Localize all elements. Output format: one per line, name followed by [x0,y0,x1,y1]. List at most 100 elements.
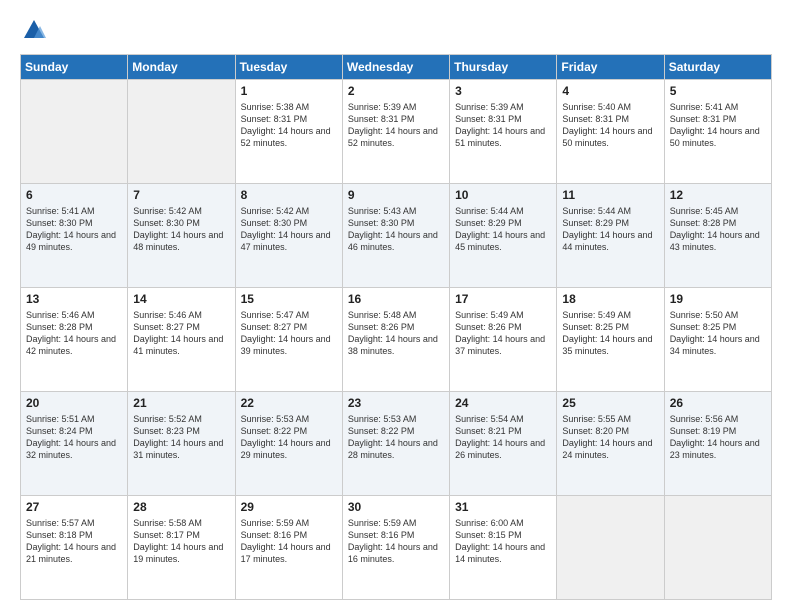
calendar-cell [664,496,771,600]
day-number: 13 [26,292,122,306]
calendar-cell: 11 Sunrise: 5:44 AMSunset: 8:29 PMDayligh… [557,184,664,288]
day-number: 24 [455,396,551,410]
day-number: 25 [562,396,658,410]
logo [20,16,52,44]
calendar-cell [128,80,235,184]
cell-info: Sunrise: 5:51 AMSunset: 8:24 PMDaylight:… [26,413,122,462]
cell-info: Sunrise: 5:44 AMSunset: 8:29 PMDaylight:… [455,205,551,254]
calendar-cell: 17 Sunrise: 5:49 AMSunset: 8:26 PMDayligh… [450,288,557,392]
calendar-cell: 6 Sunrise: 5:41 AMSunset: 8:30 PMDaylight… [21,184,128,288]
day-number: 6 [26,188,122,202]
weekday-header-tuesday: Tuesday [235,55,342,80]
day-number: 23 [348,396,444,410]
calendar-cell: 28Sunrise: 5:58 AMSunset: 8:17 PMDayligh… [128,496,235,600]
day-number: 12 [670,188,766,202]
calendar-cell: 29Sunrise: 5:59 AMSunset: 8:16 PMDayligh… [235,496,342,600]
day-number: 18 [562,292,658,306]
cell-info: Sunrise: 5:44 AMSunset: 8:29 PMDaylight:… [562,205,658,254]
cell-info: Sunrise: 5:40 AMSunset: 8:31 PMDaylight:… [562,101,658,150]
day-number: 22 [241,396,337,410]
day-number: 30 [348,500,444,514]
logo-icon [20,16,48,44]
calendar-cell: 4Sunrise: 5:40 AMSunset: 8:31 PMDaylight… [557,80,664,184]
calendar-cell: 3 Sunrise: 5:39 AMSunset: 8:31 PMDaylight… [450,80,557,184]
day-number: 20 [26,396,122,410]
day-number: 14 [133,292,229,306]
day-number: 26 [670,396,766,410]
calendar-cell: 2Sunrise: 5:39 AMSunset: 8:31 PMDaylight… [342,80,449,184]
day-number: 27 [26,500,122,514]
week-row-1: 1 Sunrise: 5:38 AMSunset: 8:31 PMDaylight… [21,80,772,184]
cell-info: Sunrise: 5:41 AMSunset: 8:30 PMDaylight:… [26,205,122,254]
weekday-header-thursday: Thursday [450,55,557,80]
cell-info: Sunrise: 5:42 AMSunset: 8:30 PMDaylight:… [241,205,337,254]
calendar-cell: 14 Sunrise: 5:46 AMSunset: 8:27 PMDayligh… [128,288,235,392]
weekday-header-sunday: Sunday [21,55,128,80]
cell-info: Sunrise: 5:55 AMSunset: 8:20 PMDaylight:… [562,413,658,462]
calendar-cell: 26Sunrise: 5:56 AMSunset: 8:19 PMDayligh… [664,392,771,496]
cell-info: Sunrise: 5:47 AMSunset: 8:27 PMDaylight:… [241,309,337,358]
day-number: 7 [133,188,229,202]
week-row-2: 6 Sunrise: 5:41 AMSunset: 8:30 PMDaylight… [21,184,772,288]
calendar-cell: 21 Sunrise: 5:52 AMSunset: 8:23 PMDayligh… [128,392,235,496]
day-number: 10 [455,188,551,202]
weekday-header-monday: Monday [128,55,235,80]
weekday-header-saturday: Saturday [664,55,771,80]
calendar-cell: 31 Sunrise: 6:00 AMSunset: 8:15 PMDayligh… [450,496,557,600]
weekday-header-wednesday: Wednesday [342,55,449,80]
weekday-header-friday: Friday [557,55,664,80]
cell-info: Sunrise: 5:49 AMSunset: 8:25 PMDaylight:… [562,309,658,358]
week-row-5: 27 Sunrise: 5:57 AMSunset: 8:18 PMDayligh… [21,496,772,600]
calendar-cell: 9 Sunrise: 5:43 AMSunset: 8:30 PMDaylight… [342,184,449,288]
day-number: 8 [241,188,337,202]
header [20,16,772,44]
day-number: 11 [562,188,658,202]
calendar-cell: 15 Sunrise: 5:47 AMSunset: 8:27 PMDayligh… [235,288,342,392]
cell-info: Sunrise: 5:39 AMSunset: 8:31 PMDaylight:… [455,101,551,150]
cell-info: Sunrise: 5:49 AMSunset: 8:26 PMDaylight:… [455,309,551,358]
day-number: 31 [455,500,551,514]
calendar-cell: 25 Sunrise: 5:55 AMSunset: 8:20 PMDayligh… [557,392,664,496]
cell-info: Sunrise: 5:50 AMSunset: 8:25 PMDaylight:… [670,309,766,358]
cell-info: Sunrise: 5:43 AMSunset: 8:30 PMDaylight:… [348,205,444,254]
calendar-cell: 7 Sunrise: 5:42 AMSunset: 8:30 PMDaylight… [128,184,235,288]
calendar-cell: 13Sunrise: 5:46 AMSunset: 8:28 PMDayligh… [21,288,128,392]
calendar-cell: 12Sunrise: 5:45 AMSunset: 8:28 PMDayligh… [664,184,771,288]
day-number: 16 [348,292,444,306]
day-number: 3 [455,84,551,98]
day-number: 28 [133,500,229,514]
calendar-cell: 22 Sunrise: 5:53 AMSunset: 8:22 PMDayligh… [235,392,342,496]
calendar-cell: 27 Sunrise: 5:57 AMSunset: 8:18 PMDayligh… [21,496,128,600]
day-number: 5 [670,84,766,98]
cell-info: Sunrise: 5:41 AMSunset: 8:31 PMDaylight:… [670,101,766,150]
calendar-cell: 24 Sunrise: 5:54 AMSunset: 8:21 PMDayligh… [450,392,557,496]
calendar-table: SundayMondayTuesdayWednesdayThursdayFrid… [20,54,772,600]
day-number: 9 [348,188,444,202]
cell-info: Sunrise: 5:46 AMSunset: 8:27 PMDaylight:… [133,309,229,358]
calendar-cell: 20 Sunrise: 5:51 AMSunset: 8:24 PMDayligh… [21,392,128,496]
day-number: 1 [241,84,337,98]
week-row-3: 13Sunrise: 5:46 AMSunset: 8:28 PMDayligh… [21,288,772,392]
day-number: 21 [133,396,229,410]
cell-info: Sunrise: 6:00 AMSunset: 8:15 PMDaylight:… [455,517,551,566]
cell-info: Sunrise: 5:52 AMSunset: 8:23 PMDaylight:… [133,413,229,462]
calendar-cell [557,496,664,600]
cell-info: Sunrise: 5:39 AMSunset: 8:31 PMDaylight:… [348,101,444,150]
calendar-cell: 5 Sunrise: 5:41 AMSunset: 8:31 PMDaylight… [664,80,771,184]
cell-info: Sunrise: 5:53 AMSunset: 8:22 PMDaylight:… [241,413,337,462]
cell-info: Sunrise: 5:57 AMSunset: 8:18 PMDaylight:… [26,517,122,566]
calendar-cell: 8 Sunrise: 5:42 AMSunset: 8:30 PMDaylight… [235,184,342,288]
week-row-4: 20 Sunrise: 5:51 AMSunset: 8:24 PMDayligh… [21,392,772,496]
weekday-header-row: SundayMondayTuesdayWednesdayThursdayFrid… [21,55,772,80]
day-number: 29 [241,500,337,514]
day-number: 15 [241,292,337,306]
cell-info: Sunrise: 5:59 AMSunset: 8:16 PMDaylight:… [348,517,444,566]
day-number: 17 [455,292,551,306]
page: SundayMondayTuesdayWednesdayThursdayFrid… [0,0,792,612]
cell-info: Sunrise: 5:53 AMSunset: 8:22 PMDaylight:… [348,413,444,462]
cell-info: Sunrise: 5:38 AMSunset: 8:31 PMDaylight:… [241,101,337,150]
calendar-cell: 16Sunrise: 5:48 AMSunset: 8:26 PMDayligh… [342,288,449,392]
cell-info: Sunrise: 5:42 AMSunset: 8:30 PMDaylight:… [133,205,229,254]
cell-info: Sunrise: 5:54 AMSunset: 8:21 PMDaylight:… [455,413,551,462]
calendar-cell: 30 Sunrise: 5:59 AMSunset: 8:16 PMDayligh… [342,496,449,600]
